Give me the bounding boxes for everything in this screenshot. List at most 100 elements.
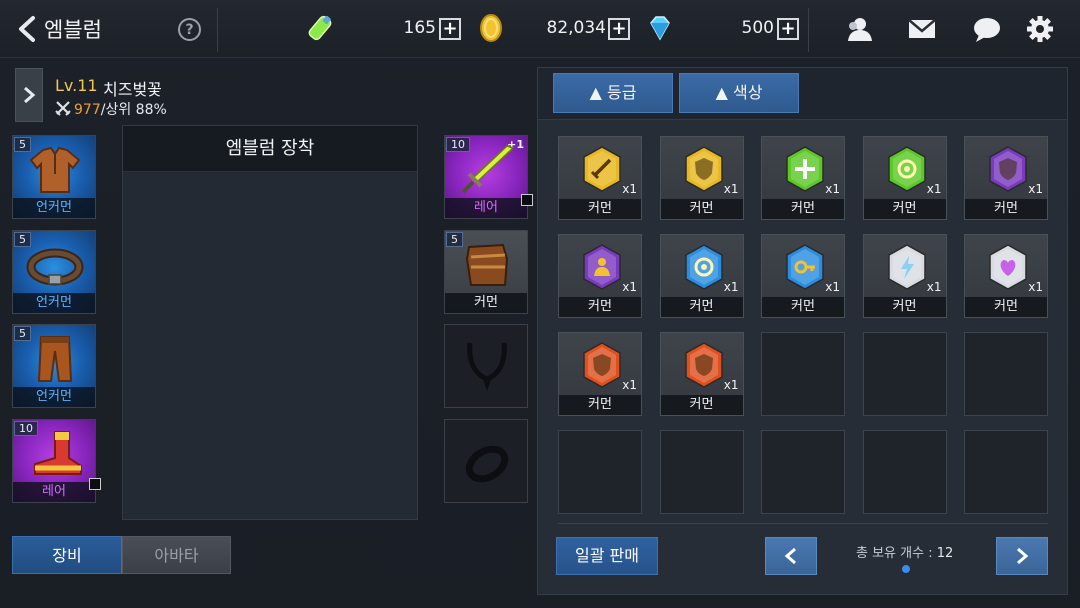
emblem-panel-title: 엠블럼 장착 [123,126,417,172]
inventory-slot[interactable]: x1 커먼 [964,234,1048,318]
item-quantity: x1 [926,182,942,196]
item-quantity: x1 [723,378,739,392]
inventory-slot-empty[interactable] [964,430,1048,514]
inventory-slot[interactable]: x1 커먼 [659,332,744,416]
add-gold-button[interactable]: + [608,18,630,40]
equip-slot-necklace[interactable] [444,324,528,408]
equip-slot-weapon[interactable]: 10 +1 레어 [444,135,528,219]
inventory-slot-empty[interactable] [862,430,947,514]
item-grade: 레어 [13,482,95,502]
item-quantity: x1 [622,378,637,392]
back-arrow-icon[interactable] [14,15,40,43]
white-bolt-emblem-icon [884,243,930,291]
prev-page-button[interactable] [765,537,817,575]
expand-character-button[interactable] [15,68,43,122]
power-rank: /상위 88% [100,102,167,118]
page-title: 엠블럼 [44,18,102,42]
item-grade: 커먼 [965,199,1047,219]
diamond-value: 500 [741,18,774,38]
inventory-slot[interactable]: x1 커먼 [862,136,947,220]
white-heart-emblem-icon [985,243,1031,291]
item-quantity: x1 [723,280,739,294]
item-grade: 언커먼 [13,293,95,313]
lock-mark [521,194,533,206]
necklace-empty-icon [462,339,512,395]
boots-icon [25,428,85,480]
green-cross-emblem-icon [782,145,828,193]
bulk-sell-button[interactable]: 일괄 판매 [556,537,658,575]
equip-slot-top[interactable]: 5 언커먼 [12,135,96,219]
item-grade: 언커먼 [13,387,95,407]
purple-shield-emblem-icon [985,145,1031,193]
gold-value: 82,034 [546,18,606,38]
item-grade: 커먼 [559,199,641,219]
emblem-equip-panel: 엠블럼 장착 [122,125,418,520]
add-diamond-button[interactable]: + [777,18,799,40]
equip-slot-belt[interactable]: 5 언커먼 [12,230,96,314]
belt-icon [25,239,85,291]
divider [217,8,218,52]
item-grade: 커먼 [660,297,743,317]
gold-sword-emblem-icon [579,145,625,193]
inventory-slot[interactable]: x1 커먼 [558,136,642,220]
sort-by-color-button[interactable]: ▲ 색상 [679,73,799,113]
page-indicator-dot [902,565,910,573]
inventory-slot[interactable]: x1 커먼 [659,234,744,318]
item-grade: 커먼 [863,199,946,219]
inventory-slot-empty[interactable] [659,430,744,514]
add-stamina-button[interactable]: + [439,18,461,40]
stamina-value: 165 [403,18,436,38]
item-grade: 커먼 [660,395,743,415]
item-grade: 커먼 [660,199,743,219]
help-button[interactable]: ? [178,18,201,41]
equip-slot-gloves[interactable]: 5 커먼 [444,230,528,314]
chevron-right-icon [24,86,36,104]
item-count: 총 보유 개수 : 12 [856,542,953,561]
equip-slot-shoes[interactable]: 10 레어 [12,419,96,503]
leather-pants-icon [25,333,85,385]
character-name: 치즈벚꽃 [103,80,162,99]
stamina-potion-icon [305,13,335,43]
inventory-slot[interactable]: x1 커먼 [659,136,744,220]
item-quantity: x1 [1028,280,1043,294]
equip-slot-ring[interactable] [444,419,528,503]
friends-icon[interactable] [844,14,876,44]
inventory-slot-empty[interactable] [761,430,845,514]
item-grade: 커먼 [762,297,844,317]
settings-gear-icon[interactable] [1024,14,1056,44]
next-page-button[interactable] [996,537,1048,575]
item-grade: 커먼 [965,297,1047,317]
ring-empty-icon [462,434,512,490]
item-quantity: x1 [622,182,637,196]
blue-key-emblem-icon [782,243,828,291]
purple-person-emblem-icon [579,243,625,291]
item-grade: 커먼 [445,293,527,313]
inventory-slot-empty[interactable] [558,430,642,514]
inventory-slot-empty[interactable] [761,332,845,416]
item-quantity: x1 [1028,182,1043,196]
inventory-slot[interactable]: x1 커먼 [862,234,947,318]
blue-target-emblem-icon [681,243,727,291]
chat-icon[interactable] [971,14,1003,44]
item-grade: 레어 [445,198,527,218]
equip-slot-bottom[interactable]: 5 언커먼 [12,324,96,408]
mail-icon[interactable] [906,14,938,44]
lock-mark [89,478,101,490]
inventory-slot[interactable]: x1 커먼 [964,136,1048,220]
diamond-icon [645,13,675,43]
combat-power: 977/상위 88% [74,99,167,119]
inventory-slot[interactable]: x1 커먼 [761,136,845,220]
inventory-slot[interactable]: x1 커먼 [558,332,642,416]
tab-equipment[interactable]: 장비 [12,536,122,574]
sort-by-grade-button[interactable]: ▲ 등급 [553,73,673,113]
inventory-slot-empty[interactable] [862,332,947,416]
green-target-emblem-icon [884,145,930,193]
item-grade: 언커먼 [13,198,95,218]
inventory-slot-empty[interactable] [964,332,1048,416]
item-quantity: x1 [926,280,942,294]
crossed-swords-icon [55,100,71,116]
inventory-slot[interactable]: x1 커먼 [558,234,642,318]
tab-avatar[interactable]: 아바타 [122,536,231,574]
inventory-slot[interactable]: x1 커먼 [761,234,845,318]
gold-coin-icon [476,13,506,43]
